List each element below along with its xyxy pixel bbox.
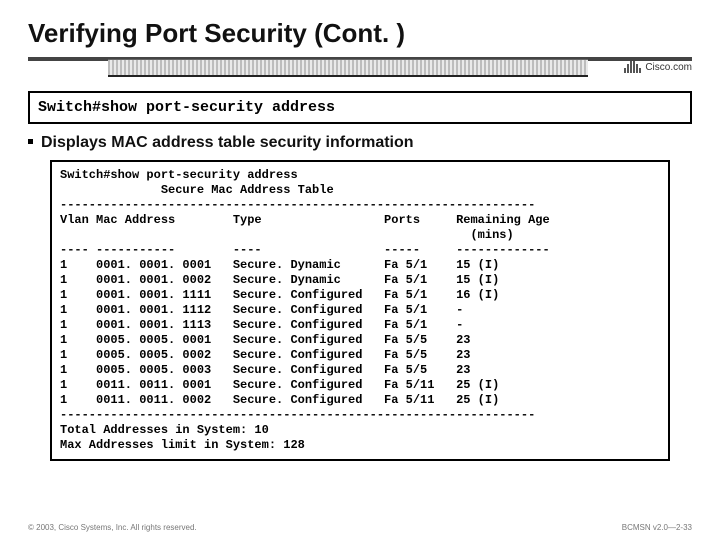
bullet-icon (28, 139, 33, 144)
bullet-line: Displays MAC address table security info… (28, 134, 692, 152)
footer: © 2003, Cisco Systems, Inc. All rights r… (28, 523, 692, 532)
logo-text: Cisco.com (645, 62, 692, 73)
bullet-text: Displays MAC address table security info… (41, 134, 414, 151)
slide-title: Verifying Port Security (Cont. ) (28, 18, 692, 49)
cisco-bars-icon (624, 61, 641, 73)
command-box: Switch#show port-security address (28, 91, 692, 124)
cisco-logo: Cisco.com (624, 61, 692, 73)
decorative-bar (108, 59, 588, 77)
slide: Verifying Port Security (Cont. ) Cisco.c… (0, 0, 720, 540)
copyright: © 2003, Cisco Systems, Inc. All rights r… (28, 523, 197, 532)
slide-number: BCMSN v2.0—2-33 (622, 523, 692, 532)
terminal-output: Switch#show port-security address Secure… (50, 160, 670, 461)
title-rule: Cisco.com (28, 55, 692, 89)
